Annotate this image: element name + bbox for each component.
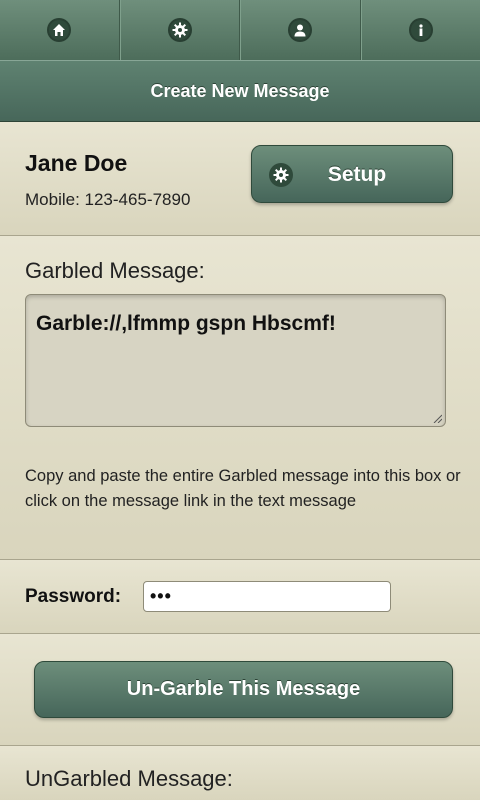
tab-settings[interactable] bbox=[119, 0, 240, 60]
password-input[interactable]: ••• bbox=[143, 581, 391, 612]
ungarble-button[interactable]: Un-Garble This Message bbox=[34, 661, 453, 718]
garbled-message-text: Garble://,lfmmp gspn Hbscmf! bbox=[36, 312, 336, 335]
page-header: Create New Message bbox=[0, 60, 480, 122]
gear-icon bbox=[167, 18, 192, 42]
password-label: Password: bbox=[25, 586, 122, 607]
tab-info[interactable] bbox=[360, 0, 480, 60]
tab-home[interactable] bbox=[0, 0, 120, 60]
page-title: Create New Message bbox=[150, 80, 330, 101]
result-section: UnGarbled Message: bbox=[0, 746, 480, 800]
setup-button[interactable]: Setup bbox=[251, 145, 453, 203]
ungarbled-message-label: UnGarbled Message: bbox=[25, 766, 233, 791]
setup-button-label: Setup bbox=[327, 163, 387, 186]
resize-grip-icon[interactable] bbox=[432, 413, 442, 423]
action-section: Un-Garble This Message bbox=[0, 634, 480, 746]
garbled-message-hint: Copy and paste the entire Garbled messag… bbox=[25, 467, 461, 510]
garbled-message-section: Garbled Message: Garble://,lfmmp gspn Hb… bbox=[0, 236, 480, 560]
user-section: Jane Doe Mobile: 123-465-7890 Setup bbox=[0, 122, 480, 236]
garbled-message-textarea[interactable]: Garble://,lfmmp gspn Hbscmf! bbox=[25, 294, 446, 427]
user-icon bbox=[288, 18, 313, 42]
garbled-message-label: Garbled Message: bbox=[25, 258, 205, 283]
ungarble-button-label: Un-Garble This Message bbox=[126, 678, 361, 700]
info-icon bbox=[408, 18, 433, 42]
password-section: Password: ••• bbox=[0, 560, 480, 634]
user-mobile: Mobile: 123-465-7890 bbox=[25, 190, 191, 209]
home-icon bbox=[47, 18, 72, 42]
user-name: Jane Doe bbox=[25, 150, 128, 176]
tab-profile[interactable] bbox=[240, 0, 361, 60]
top-nav-bar bbox=[0, 0, 480, 60]
